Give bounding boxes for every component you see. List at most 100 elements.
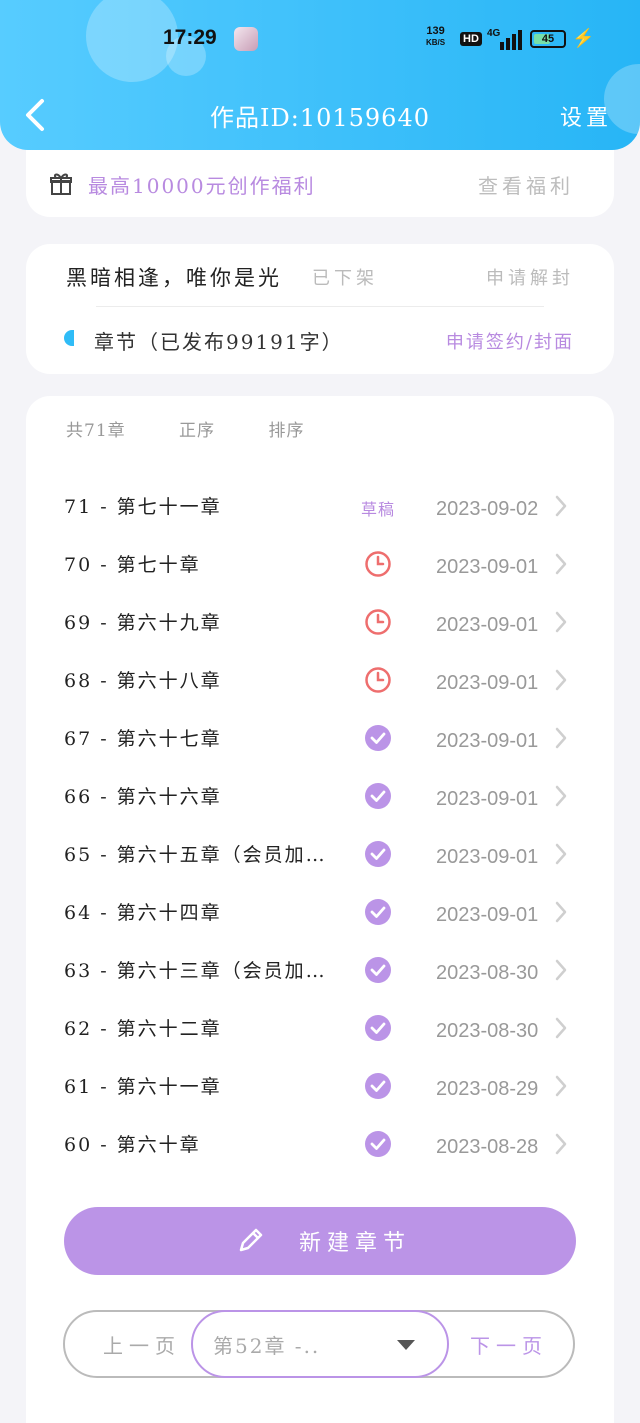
chevron-right-icon bbox=[555, 959, 567, 981]
chapter-title: 67 - 第六十七章 bbox=[64, 728, 222, 750]
prev-page-button[interactable]: 上一页 bbox=[103, 1330, 181, 1359]
chapter-row[interactable]: 63 - 第六十三章（会员加… 2023-08-30 bbox=[26, 946, 614, 1004]
chapter-row[interactable]: 64 - 第六十四章 2023-09-01 bbox=[26, 888, 614, 946]
chapter-title: 61 - 第六十一章 bbox=[64, 1076, 222, 1098]
check-circle-icon bbox=[365, 783, 391, 809]
chevron-right-icon bbox=[555, 1075, 567, 1097]
chapter-list-tabs: 共71章 正序 排序 bbox=[66, 416, 352, 441]
chapter-row[interactable]: 68 - 第六十八章 2023-09-01 bbox=[26, 656, 614, 714]
view-benefit-link[interactable]: 查看福利 bbox=[478, 170, 574, 199]
chapter-title: 64 - 第六十四章 bbox=[64, 902, 222, 924]
apply-sign-cover-link[interactable]: 申请签约/封面 bbox=[446, 328, 574, 354]
new-chapter-label: 新建章节 bbox=[299, 1231, 412, 1256]
caret-down-icon bbox=[397, 1340, 415, 1350]
chapter-row[interactable]: 67 - 第六十七章 2023-09-01 bbox=[26, 714, 614, 772]
chevron-right-icon bbox=[555, 553, 567, 575]
benefit-banner[interactable]: 最高10000元创作福利 查看福利 bbox=[26, 150, 614, 217]
pagination-bar: 上一页 第52章 -.. 下一页 bbox=[63, 1310, 575, 1378]
battery-level: 45 bbox=[541, 33, 555, 45]
settings-button[interactable]: 设置 bbox=[560, 100, 612, 132]
chapter-row[interactable]: 65 - 第六十五章（会员加… 2023-09-01 bbox=[26, 830, 614, 888]
chapter-row[interactable]: 66 - 第六十六章 2023-09-01 bbox=[26, 772, 614, 830]
clock-icon bbox=[365, 609, 391, 635]
check-circle-icon bbox=[365, 1015, 391, 1041]
hd-badge: HD bbox=[460, 32, 482, 46]
check-circle-icon bbox=[365, 841, 391, 867]
tab-order[interactable]: 正序 bbox=[179, 421, 215, 441]
chevron-right-icon bbox=[555, 901, 567, 923]
chapter-date: 2023-09-01 bbox=[436, 672, 539, 694]
gift-icon bbox=[50, 173, 72, 195]
chevron-right-icon bbox=[555, 785, 567, 807]
chapter-row[interactable]: 70 - 第七十章 2023-09-01 bbox=[26, 540, 614, 598]
work-info-card: 黑暗相逢，唯你是光 已下架 申请解封 章节（已发布99191字） 申请签约/封面 bbox=[26, 244, 614, 374]
chapter-title: 71 - 第七十一章 bbox=[64, 496, 222, 518]
chapter-title: 66 - 第六十六章 bbox=[64, 786, 222, 808]
chapter-date: 2023-09-02 bbox=[436, 498, 539, 520]
network-speed-value: 139 bbox=[426, 25, 445, 37]
app-notification-icon bbox=[234, 27, 258, 51]
chevron-right-icon bbox=[555, 1133, 567, 1155]
signal-type: 4G bbox=[487, 28, 501, 39]
chapter-row[interactable]: 61 - 第六十一章 2023-08-29 bbox=[26, 1062, 614, 1120]
chapter-row[interactable]: 62 - 第六十二章 2023-08-30 bbox=[26, 1004, 614, 1062]
battery-icon: 45 bbox=[530, 30, 566, 48]
draft-badge: 草稿 bbox=[361, 500, 396, 519]
clock-icon bbox=[365, 667, 391, 693]
tab-sort[interactable]: 排序 bbox=[268, 421, 304, 441]
network-speed: 139 KB/S bbox=[426, 26, 445, 48]
status-badge: 已下架 bbox=[312, 268, 378, 289]
chapter-select-dropdown[interactable]: 第52章 -.. bbox=[191, 1310, 449, 1378]
chapter-date: 2023-09-01 bbox=[436, 614, 539, 636]
clock-icon bbox=[365, 551, 391, 577]
check-circle-icon bbox=[365, 725, 391, 751]
divider bbox=[96, 306, 544, 307]
apply-unseal-link[interactable]: 申请解封 bbox=[486, 264, 574, 290]
page-title: 作品ID:10159640 bbox=[210, 104, 430, 132]
benefit-text: 最高10000元创作福利 bbox=[88, 174, 316, 198]
check-circle-icon bbox=[365, 957, 391, 983]
chapter-title: 63 - 第六十三章（会员加… bbox=[64, 960, 327, 982]
chevron-right-icon bbox=[555, 611, 567, 633]
top-header: 17:29 139 KB/S HD 4G 45 ⚡ 作品ID:10159640 … bbox=[0, 0, 640, 150]
signal-bars-icon bbox=[500, 30, 524, 50]
chapter-title: 68 - 第六十八章 bbox=[64, 670, 222, 692]
chevron-right-icon bbox=[555, 843, 567, 865]
check-circle-icon bbox=[365, 1073, 391, 1099]
pencil-icon bbox=[239, 1228, 263, 1252]
chapter-title: 65 - 第六十五章（会员加… bbox=[64, 844, 327, 866]
chapter-title: 69 - 第六十九章 bbox=[64, 612, 222, 634]
chapter-row[interactable]: 60 - 第六十章 2023-08-28 bbox=[26, 1120, 614, 1178]
network-speed-unit: KB/S bbox=[426, 38, 446, 47]
chapter-date: 2023-08-29 bbox=[436, 1078, 539, 1100]
book-title: 黑暗相逢，唯你是光 bbox=[66, 266, 282, 290]
section-marker bbox=[64, 330, 74, 346]
chapter-date: 2023-09-01 bbox=[436, 846, 539, 868]
chapter-date: 2023-08-28 bbox=[436, 1136, 539, 1158]
chapter-date: 2023-09-01 bbox=[436, 904, 539, 926]
chevron-right-icon bbox=[555, 669, 567, 691]
status-bar: 17:29 139 KB/S HD 4G 45 ⚡ bbox=[0, 24, 640, 60]
check-circle-icon bbox=[365, 899, 391, 925]
new-chapter-button[interactable]: 新建章节 bbox=[64, 1207, 576, 1275]
tab-chapter-count: 共71章 bbox=[66, 421, 126, 441]
chapter-date: 2023-09-01 bbox=[436, 788, 539, 810]
chapter-date: 2023-09-01 bbox=[436, 730, 539, 752]
chevron-right-icon bbox=[555, 1017, 567, 1039]
chevron-right-icon bbox=[555, 727, 567, 749]
chapter-select-value: 第52章 -.. bbox=[213, 1334, 321, 1358]
chapter-title: 62 - 第六十二章 bbox=[64, 1018, 222, 1040]
chapter-title: 60 - 第六十章 bbox=[64, 1134, 201, 1156]
chapter-row[interactable]: 71 - 第七十一章 草稿 2023-09-02 bbox=[26, 482, 614, 540]
chapter-date: 2023-09-01 bbox=[436, 556, 539, 578]
chapter-date: 2023-08-30 bbox=[436, 962, 539, 984]
check-circle-icon bbox=[365, 1131, 391, 1157]
chevron-right-icon bbox=[555, 495, 567, 517]
charging-icon: ⚡ bbox=[572, 28, 595, 49]
chapter-title: 70 - 第七十章 bbox=[64, 554, 201, 576]
next-page-button[interactable]: 下一页 bbox=[470, 1330, 548, 1359]
chapter-summary: 章节（已发布99191字） bbox=[94, 330, 344, 354]
chapter-date: 2023-08-30 bbox=[436, 1020, 539, 1042]
status-time: 17:29 bbox=[163, 26, 217, 49]
chapter-row[interactable]: 69 - 第六十九章 2023-09-01 bbox=[26, 598, 614, 656]
